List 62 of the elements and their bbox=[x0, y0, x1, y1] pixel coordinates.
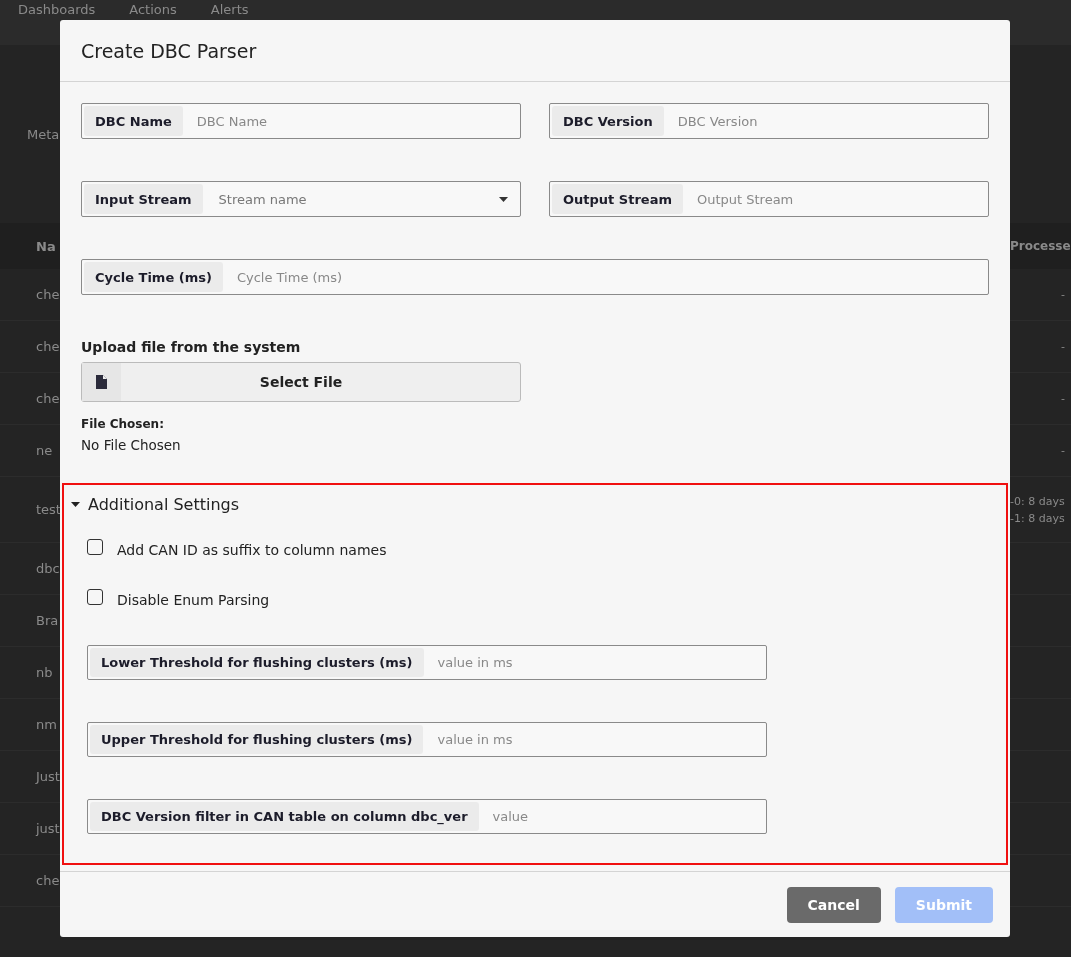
caret-icon bbox=[71, 501, 80, 507]
table-cell: che bbox=[36, 287, 60, 302]
table-cell: dbc bbox=[36, 561, 60, 576]
nav-link[interactable]: Actions bbox=[129, 2, 177, 17]
table-cell: che bbox=[36, 391, 60, 406]
table-cell: nm bbox=[36, 717, 57, 732]
checkbox-label: Add CAN ID as suffix to column names bbox=[117, 542, 387, 558]
field-label: DBC Version filter in CAN table on column dbc_ver bbox=[90, 802, 479, 831]
field-label: DBC Version bbox=[552, 106, 664, 136]
checkbox[interactable] bbox=[87, 589, 103, 605]
input-group[interactable]: Input Stream Stream name bbox=[81, 181, 521, 217]
table-cell: Just bbox=[36, 769, 60, 784]
column-header: Na bbox=[36, 238, 56, 254]
side-label: Meta bbox=[27, 126, 60, 142]
input-group[interactable]: Cycle Time (ms) Cycle Time (ms) bbox=[81, 259, 989, 295]
file-icon bbox=[96, 375, 107, 389]
caret-icon bbox=[499, 196, 508, 202]
input-group[interactable]: DBC Version DBC Version bbox=[549, 103, 989, 139]
field-label: Upper Threshold for flushing clusters (ms) bbox=[90, 725, 424, 754]
checkbox-label: Disable Enum Parsing bbox=[117, 592, 270, 608]
input-field[interactable]: Output Stream bbox=[684, 182, 988, 216]
input-group[interactable]: DBC Name DBC Name bbox=[81, 103, 521, 139]
input-field[interactable]: value in ms bbox=[425, 646, 766, 679]
input-group[interactable]: DBC Version filter in CAN table on column dbc_ver value bbox=[87, 799, 767, 834]
nav-link[interactable]: Dashboards bbox=[18, 2, 96, 17]
table-cell: ne bbox=[36, 443, 53, 458]
table-cell: - bbox=[1061, 340, 1065, 353]
table-cell: just bbox=[36, 821, 60, 836]
dialog-title: Create DBC Parser bbox=[81, 39, 257, 62]
input-group[interactable]: Output Stream Output Stream bbox=[549, 181, 989, 217]
file-chosen-value: No File Chosen bbox=[81, 437, 182, 453]
table-cell: - bbox=[1061, 392, 1065, 405]
section-toggle[interactable]: Additional Settings bbox=[71, 491, 240, 517]
input-field[interactable]: DBC Name bbox=[184, 104, 520, 138]
cancel-button[interactable]: Cancel bbox=[786, 886, 881, 923]
nav-link[interactable]: Alerts bbox=[210, 2, 249, 17]
table-cell: - bbox=[1061, 288, 1065, 301]
table-cell: che bbox=[36, 873, 60, 888]
column-header: Processe bbox=[1010, 239, 1071, 253]
field-label: DBC Name bbox=[84, 106, 183, 136]
table-cell: - bbox=[1061, 444, 1065, 457]
select-field[interactable]: Stream name bbox=[204, 182, 520, 216]
checkbox[interactable] bbox=[87, 539, 103, 555]
input-field[interactable]: DBC Version bbox=[665, 104, 988, 138]
file-chosen-label: File Chosen: bbox=[81, 417, 165, 431]
field-label: Output Stream bbox=[552, 184, 683, 214]
table-cell: che bbox=[36, 339, 60, 354]
table-cell-text: -1: 8 days bbox=[1010, 511, 1066, 525]
field-label: Input Stream bbox=[84, 184, 203, 214]
input-field[interactable]: value in ms bbox=[425, 723, 766, 756]
field-label: Lower Threshold for flushing clusters (ms) bbox=[90, 648, 424, 677]
table-cell-text: -0: 8 days bbox=[1010, 494, 1066, 508]
select-file-button[interactable]: Select File bbox=[81, 362, 521, 402]
table-cell: Bra bbox=[36, 613, 59, 628]
input-group[interactable]: Upper Threshold for flushing clusters (ms) value in ms bbox=[87, 722, 767, 757]
input-field[interactable]: value bbox=[480, 800, 766, 833]
table-cell: nb bbox=[36, 665, 53, 680]
input-group[interactable]: Lower Threshold for flushing clusters (ms) value in ms bbox=[87, 645, 767, 680]
table-cell: test bbox=[36, 502, 61, 517]
upload-label: Upload file from the system bbox=[81, 339, 302, 355]
field-label: Cycle Time (ms) bbox=[84, 262, 223, 292]
input-field[interactable]: Cycle Time (ms) bbox=[224, 260, 988, 294]
